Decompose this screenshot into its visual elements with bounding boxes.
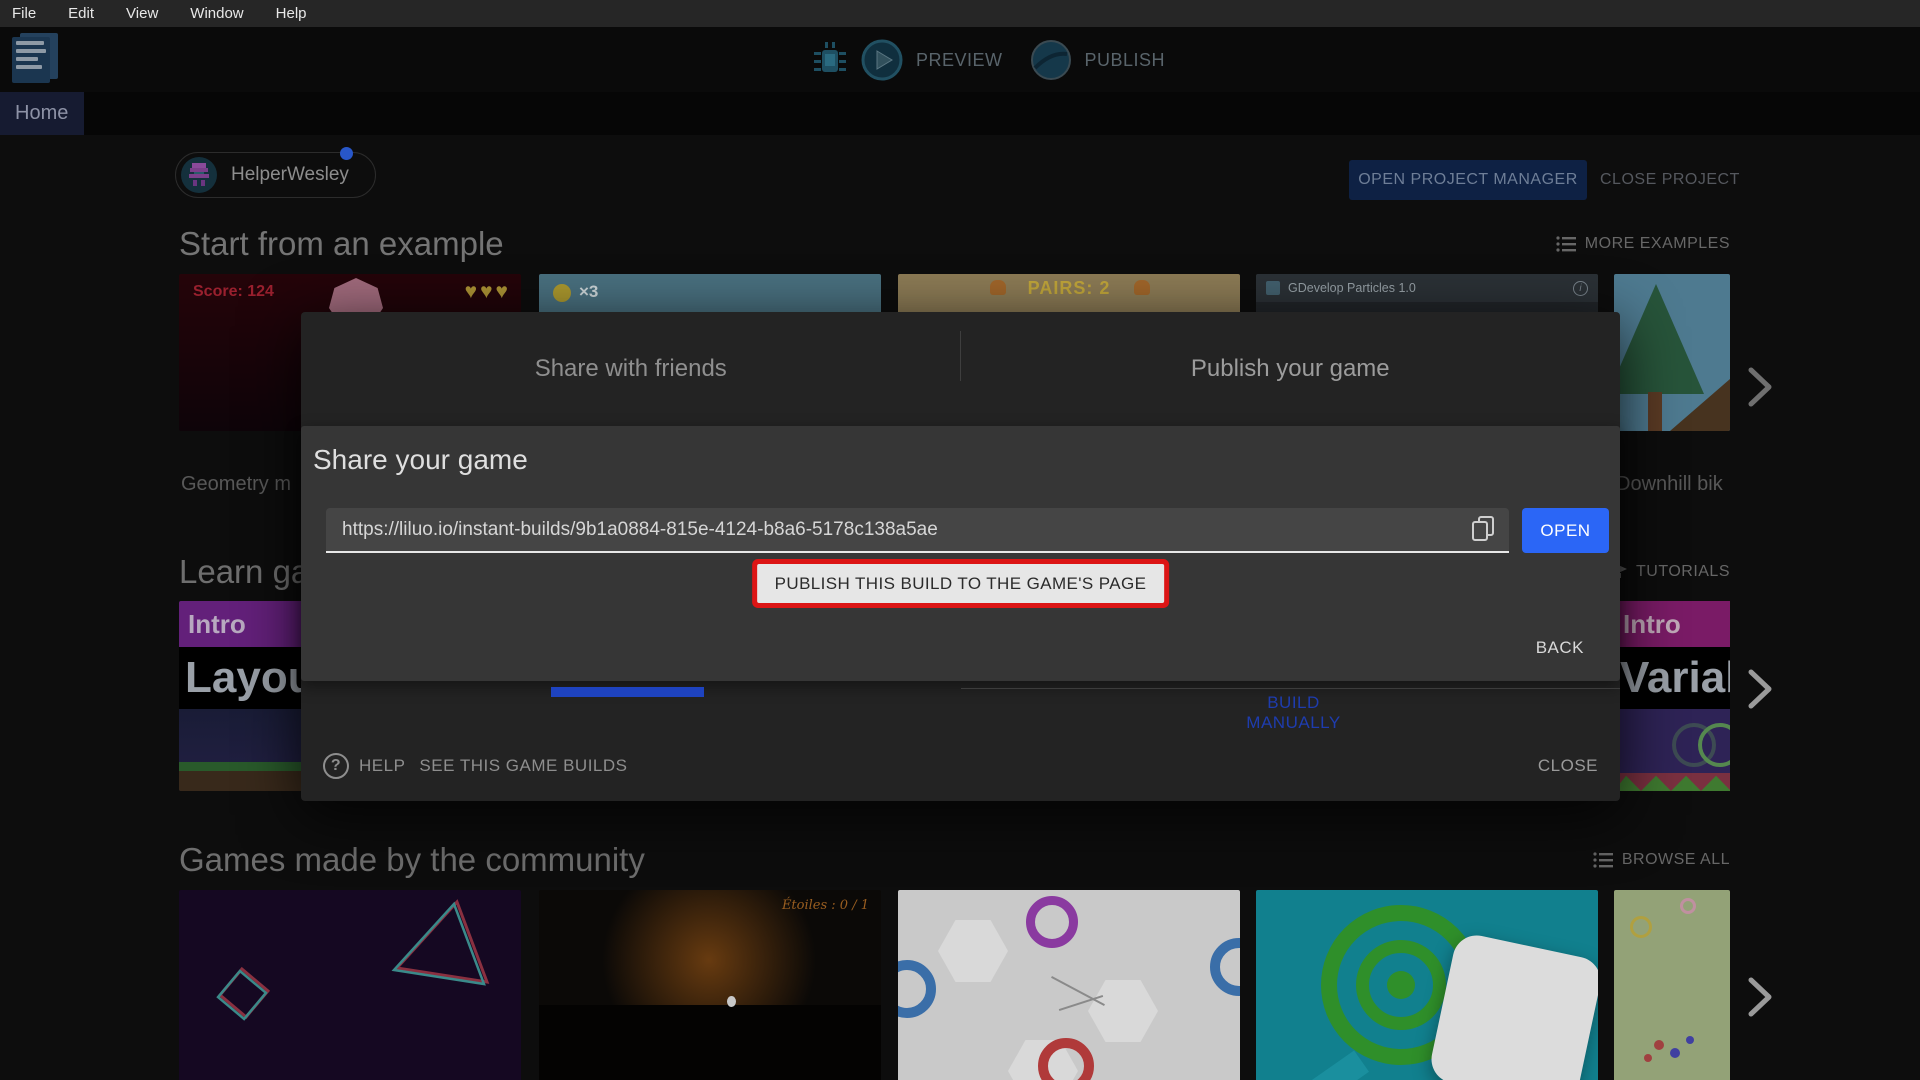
ground-silhouette [539, 1005, 881, 1080]
publish-build-button[interactable]: PUBLISH THIS BUILD TO THE GAME'S PAGE [756, 564, 1165, 603]
question-mark-icon: ? [323, 753, 349, 779]
share-dialog: Share with friends Publish your game Sha… [301, 312, 1620, 801]
tab-indicator-fragment [551, 687, 704, 697]
publish-globe-icon[interactable] [1029, 38, 1073, 82]
info-icon: i [1573, 280, 1588, 296]
example-thumb-downhill-bike[interactable] [1614, 274, 1730, 431]
back-button[interactable]: BACK [1536, 638, 1584, 658]
menu-edit[interactable]: Edit [68, 5, 94, 22]
etoiles-score-label: Étoiles : 0 / 1 [781, 898, 869, 913]
blue-dot [1686, 1036, 1694, 1044]
community-thumb-hexagons[interactable] [898, 890, 1240, 1080]
examples-next-chevron-icon[interactable] [1745, 366, 1775, 408]
close-project-button[interactable]: CLOSE PROJECT [1600, 160, 1740, 200]
caption-downhill-bike: Downhill bik [1616, 473, 1723, 495]
copy-url-button[interactable] [1471, 515, 1495, 545]
open-url-button[interactable]: OPEN [1522, 508, 1609, 553]
red-dot [1654, 1040, 1664, 1050]
green-target-center [1387, 971, 1415, 999]
more-examples-label: MORE EXAMPLES [1584, 235, 1730, 252]
more-examples-button[interactable]: MORE EXAMPLES [1556, 235, 1730, 253]
neon-shapes [216, 899, 490, 1021]
see-game-builds-button[interactable]: SEE THIS GAME BUILDS [419, 756, 627, 776]
editor-tab-strip: Home [0, 92, 1920, 135]
variables-title: Variab [1614, 647, 1730, 709]
tab-publish-your-game[interactable]: Publish your game [961, 312, 1621, 426]
gdevelop-window: File Edit View Window Help PREVIEW PUBLI… [0, 0, 1920, 1080]
yellow-circle [1630, 916, 1652, 938]
list-icon [1556, 236, 1576, 252]
debug-bug-icon[interactable] [812, 40, 848, 80]
community-next-chevron-icon[interactable] [1745, 976, 1775, 1018]
list-icon [1593, 852, 1613, 868]
preview-button[interactable]: PREVIEW [916, 50, 1003, 71]
community-thumb-night[interactable]: Étoiles : 0 / 1 [539, 890, 881, 1080]
tutorials-label: TUTORIALS [1636, 563, 1730, 580]
mushroom-character [1134, 280, 1150, 295]
tutorials-next-chevron-icon[interactable] [1745, 668, 1775, 710]
main-toolbar: PREVIEW PUBLISH [0, 27, 1920, 92]
score-label: Score: 124 [193, 283, 274, 300]
teal-stripe [1256, 1050, 1369, 1080]
red-dot [1644, 1054, 1652, 1062]
gdevelop-logo-icon [1266, 281, 1280, 295]
avatar [181, 157, 217, 193]
app-logo-icon [12, 33, 60, 85]
browse-all-button[interactable]: BROWSE ALL [1593, 851, 1730, 869]
browse-all-label: BROWSE ALL [1621, 851, 1730, 868]
small-circle [1680, 898, 1696, 914]
hearts-icons: ♥♥♥ [464, 280, 511, 303]
tree-shape [1614, 284, 1704, 394]
menu-window[interactable]: Window [190, 5, 243, 22]
build-manually-button[interactable]: BUILD MANUALLY [1221, 693, 1366, 733]
intro-badge: Intro [1614, 601, 1730, 647]
menu-help[interactable]: Help [276, 5, 307, 22]
red-ring [1038, 1038, 1094, 1080]
mushroom-character [990, 280, 1006, 295]
help-button[interactable]: ? HELP [323, 753, 405, 779]
blue-ring [1210, 938, 1240, 996]
close-dialog-button[interactable]: CLOSE [1538, 756, 1598, 776]
menu-view[interactable]: View [126, 5, 158, 22]
caption-geometry-monster: Geometry m [181, 473, 292, 495]
sun-icon [553, 284, 571, 302]
community-thumb-neon[interactable] [179, 890, 521, 1080]
purple-ring [1026, 896, 1078, 948]
pairs-banner: PAIRS: 2 [1027, 278, 1111, 298]
build-url-field[interactable]: https://liluo.io/instant-builds/9b1a0884… [326, 508, 1509, 553]
menu-file[interactable]: File [12, 5, 36, 22]
panel-title: Share your game [313, 444, 528, 475]
player-character [727, 996, 736, 1007]
menu-bar: File Edit View Window Help [0, 0, 1920, 27]
community-section-title: Games made by the community [179, 841, 645, 878]
help-label: HELP [359, 756, 406, 775]
preview-play-icon[interactable] [860, 38, 904, 82]
open-project-manager-button[interactable]: OPEN PROJECT MANAGER [1349, 160, 1587, 200]
blue-ring [898, 960, 936, 1018]
username-label: HelperWesley [231, 164, 349, 185]
tab-home[interactable]: Home [0, 92, 84, 135]
particles-title: GDevelop Particles 1.0 [1288, 281, 1416, 295]
tab-share-with-friends[interactable]: Share with friends [301, 312, 961, 426]
publish-button[interactable]: PUBLISH [1085, 50, 1166, 71]
blue-dot [1670, 1048, 1680, 1058]
tutorials-button[interactable]: TUTORIALS [1605, 563, 1730, 581]
build-url-value: https://liluo.io/instant-builds/9b1a0884… [342, 518, 938, 540]
examples-section-title: Start from an example [179, 225, 504, 262]
divider-line [961, 688, 1620, 689]
trunk-shape [1648, 392, 1662, 431]
share-your-game-panel: Share your game https://liluo.io/instant… [301, 426, 1620, 681]
community-thumb-green[interactable] [1614, 890, 1730, 1080]
white-square [1427, 931, 1598, 1080]
tab-divider [960, 331, 961, 381]
dialog-footer: ? HELP SEE THIS GAME BUILDS CLOSE [323, 750, 1598, 782]
community-thumb-teal[interactable] [1256, 890, 1598, 1080]
notification-dot [340, 147, 353, 160]
multiplier-label: ×3 [579, 282, 599, 301]
tutorial-thumb-variables[interactable]: Intro Variab +1 [1614, 601, 1730, 791]
copy-icon [1472, 515, 1494, 541]
